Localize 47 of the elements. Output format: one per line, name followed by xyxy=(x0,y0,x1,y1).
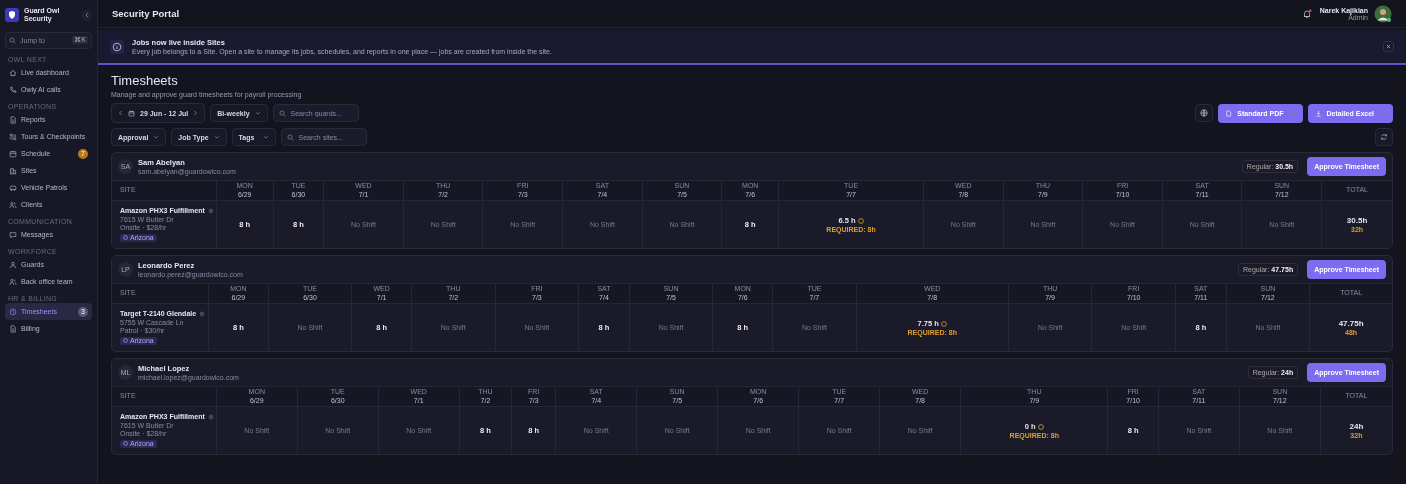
close-icon xyxy=(1386,44,1391,49)
app-title: Security Portal xyxy=(112,8,181,19)
total-hours: 30.5h xyxy=(1345,216,1369,225)
chat-icon xyxy=(9,230,17,239)
warning-icon xyxy=(940,320,947,327)
car-icon xyxy=(9,183,17,192)
close-button[interactable] xyxy=(1383,41,1394,52)
phone-icon xyxy=(9,85,17,94)
route-icon xyxy=(9,132,17,141)
page-title: Timesheets xyxy=(111,73,179,88)
building-icon xyxy=(9,166,17,175)
shield-logo-icon xyxy=(5,8,19,22)
tag-icon xyxy=(123,338,128,344)
tag-icon xyxy=(123,441,128,447)
chevron-down-icon xyxy=(1379,109,1386,117)
avatar-icon[interactable] xyxy=(1374,4,1392,23)
download-icon xyxy=(1314,109,1322,117)
chevron-down-icon xyxy=(1288,109,1296,117)
person-icon xyxy=(9,260,17,269)
chevron-down-icon xyxy=(254,110,261,116)
clock-icon xyxy=(9,307,17,316)
house-icon xyxy=(9,68,17,77)
chevron-down-icon xyxy=(213,134,220,140)
people-icon xyxy=(9,200,17,209)
globe-icon xyxy=(1200,109,1209,117)
calendar-icon xyxy=(9,149,17,158)
warning-icon xyxy=(857,217,864,224)
total-hours: 24h xyxy=(1348,422,1365,431)
people-icon xyxy=(9,277,17,286)
warning-icon xyxy=(1037,423,1044,430)
collapse-button[interactable] xyxy=(81,9,92,21)
document-icon xyxy=(9,324,17,333)
file-icon xyxy=(1225,109,1233,117)
chevron-down-icon xyxy=(262,134,269,140)
globe-button[interactable] xyxy=(1195,104,1214,122)
calendar-icon xyxy=(128,109,135,117)
search-icon xyxy=(9,37,16,44)
document-icon xyxy=(9,115,17,124)
refresh-icon xyxy=(1380,133,1388,141)
total-hours: 47.75h xyxy=(1337,319,1365,328)
chevron-down-icon xyxy=(153,134,160,140)
tag-icon xyxy=(123,235,128,241)
search-icon xyxy=(286,134,294,141)
search-icon xyxy=(278,110,286,117)
notification-bell-icon[interactable] xyxy=(1301,8,1312,19)
refresh-button[interactable] xyxy=(1375,128,1393,146)
chevron-left-icon xyxy=(83,12,90,18)
